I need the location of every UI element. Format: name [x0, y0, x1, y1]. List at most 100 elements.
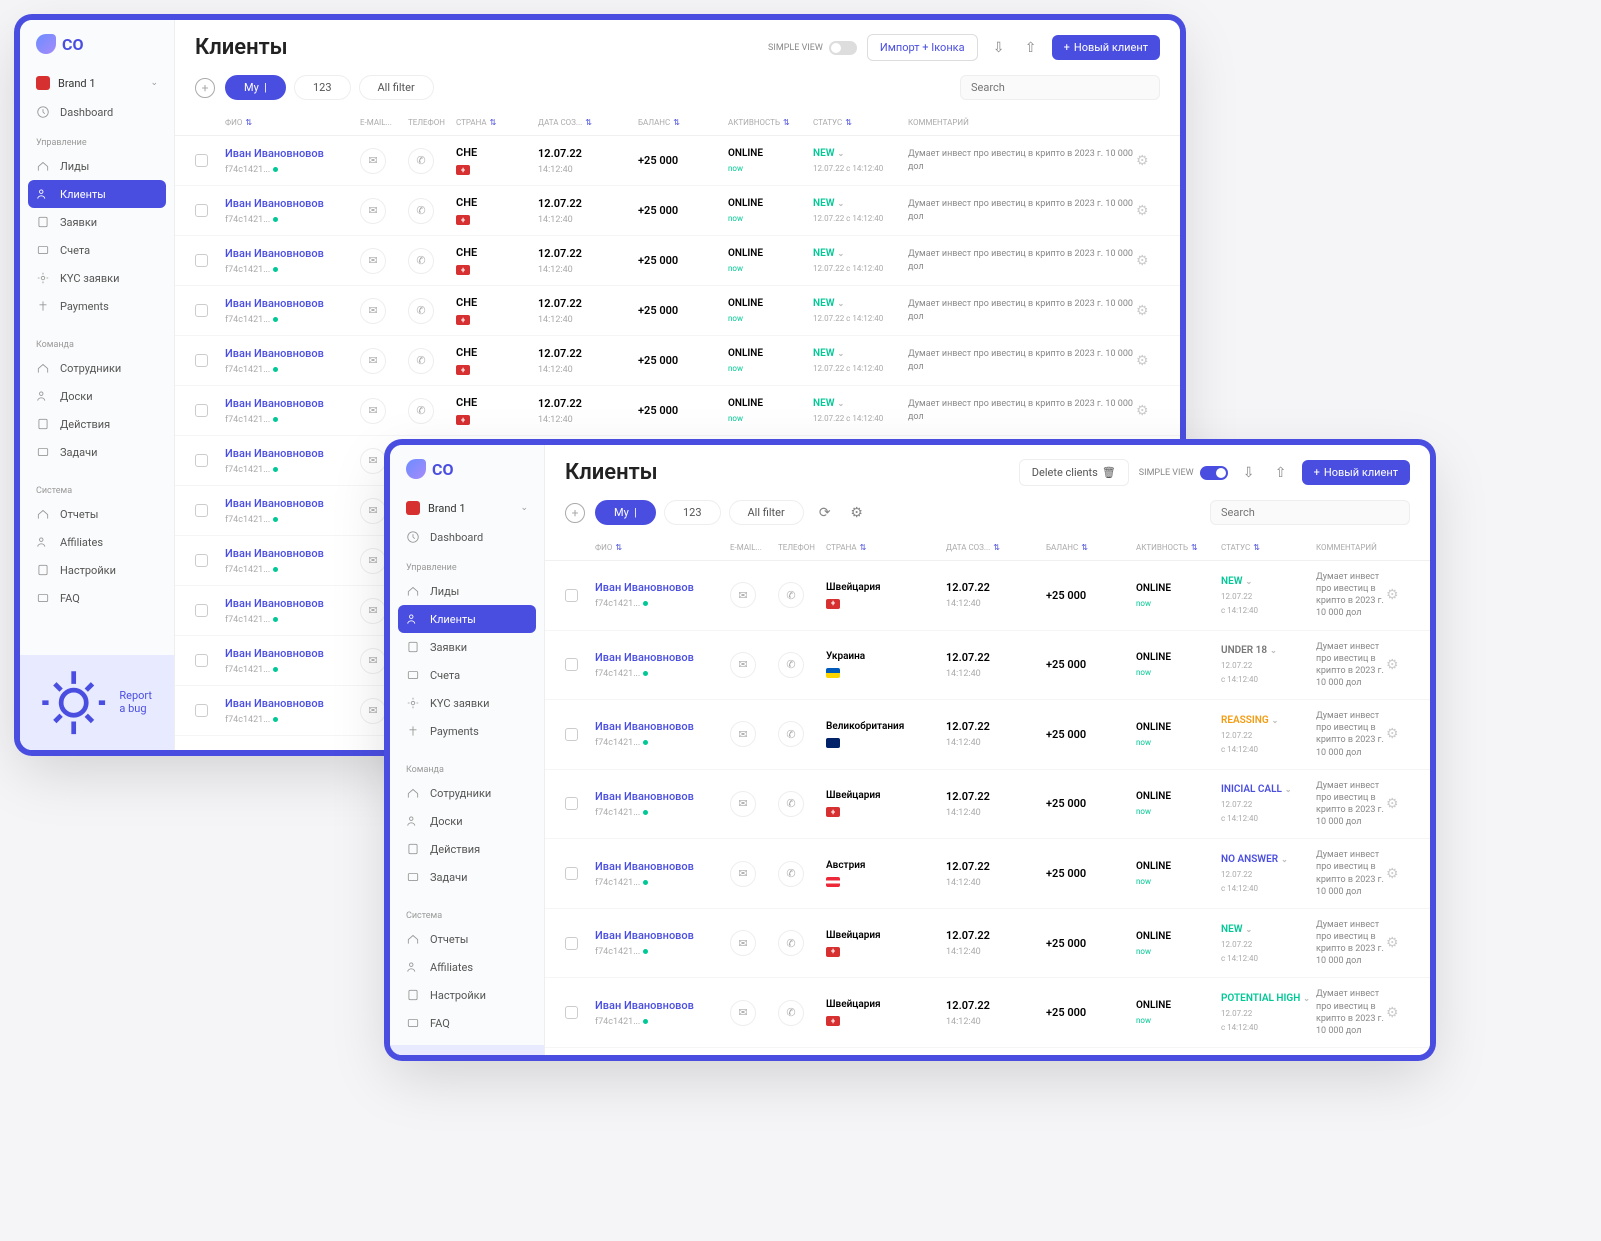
- client-name-link[interactable]: Иван Ивановновов: [595, 720, 694, 733]
- download-icon[interactable]: ⇩: [988, 37, 1010, 59]
- status-dropdown[interactable]: NEW⌄: [1221, 924, 1252, 935]
- phone-icon[interactable]: ✆: [408, 148, 434, 174]
- row-settings-icon[interactable]: ⚙: [1386, 935, 1399, 951]
- row-checkbox[interactable]: [195, 354, 208, 367]
- email-icon[interactable]: ✉: [360, 398, 386, 424]
- nav-item-сотрудники[interactable]: Сотрудники: [390, 779, 544, 807]
- simple-view-toggle[interactable]: SIMPLE VIEW: [1139, 466, 1228, 480]
- row-checkbox[interactable]: [195, 254, 208, 267]
- email-icon[interactable]: ✉: [730, 721, 756, 747]
- client-name-link[interactable]: Иван Ивановновов: [225, 297, 324, 310]
- client-name-link[interactable]: Иван Ивановновов: [225, 647, 324, 660]
- row-settings-icon[interactable]: ⚙: [1136, 153, 1149, 169]
- email-icon[interactable]: ✉: [360, 698, 386, 724]
- settings-icon[interactable]: ⚙: [846, 502, 868, 524]
- row-settings-icon[interactable]: ⚙: [1136, 203, 1149, 219]
- status-dropdown[interactable]: REASSING⌄: [1221, 715, 1278, 726]
- row-checkbox[interactable]: [195, 404, 208, 417]
- row-checkbox[interactable]: [195, 154, 208, 167]
- email-icon[interactable]: ✉: [730, 930, 756, 956]
- phone-icon[interactable]: ✆: [408, 398, 434, 424]
- nav-item-действия[interactable]: Действия: [390, 835, 544, 863]
- nav-item-affiliates[interactable]: Affiliates: [390, 953, 544, 981]
- table-row[interactable]: Иван Ивановновов f74c1421... ✉ ✆ CHE+ 12…: [175, 186, 1180, 236]
- upload-icon[interactable]: ⇧: [1020, 37, 1042, 59]
- row-checkbox[interactable]: [565, 728, 578, 741]
- th-country[interactable]: СТРАНА ⇅: [456, 118, 538, 127]
- table-row[interactable]: Иван Ивановновов f74c1421... ✉ ✆ CHE+ 12…: [175, 286, 1180, 336]
- status-dropdown[interactable]: POTENTIAL HIGH⌄: [1221, 993, 1310, 1004]
- th-activity[interactable]: АКТИВНОСТЬ ⇅: [728, 118, 813, 127]
- client-name-link[interactable]: Иван Ивановновов: [595, 929, 694, 942]
- nav-item-счета[interactable]: Счета: [390, 661, 544, 689]
- status-dropdown[interactable]: NEW⌄: [1221, 576, 1252, 587]
- brand-selector[interactable]: Brand 1 ⌄: [20, 68, 174, 98]
- row-checkbox[interactable]: [195, 604, 208, 617]
- phone-icon[interactable]: ✆: [778, 721, 804, 747]
- sort-icon[interactable]: ⇅: [490, 118, 497, 127]
- search-input[interactable]: [1210, 500, 1410, 525]
- table-row[interactable]: Иван Ивановновов f74c1421... ✉ ✆ CHE+ 12…: [175, 336, 1180, 386]
- sort-icon[interactable]: ⇅: [1253, 543, 1260, 552]
- nav-dashboard[interactable]: Dashboard: [20, 98, 174, 126]
- email-icon[interactable]: ✉: [360, 648, 386, 674]
- th-fio[interactable]: ФИО ⇅: [225, 118, 360, 127]
- status-dropdown[interactable]: NEW⌄: [813, 398, 844, 409]
- phone-icon[interactable]: ✆: [778, 582, 804, 608]
- brand-selector[interactable]: Brand 1 ⌄: [390, 493, 544, 523]
- phone-icon[interactable]: ✆: [778, 930, 804, 956]
- phone-icon[interactable]: ✆: [408, 348, 434, 374]
- add-button[interactable]: +: [195, 78, 215, 98]
- status-dropdown[interactable]: NEW⌄: [813, 198, 844, 209]
- row-settings-icon[interactable]: ⚙: [1386, 866, 1399, 882]
- status-dropdown[interactable]: NEW⌄: [813, 248, 844, 259]
- client-name-link[interactable]: Иван Ивановновов: [225, 397, 324, 410]
- nav-item-заявки[interactable]: Заявки: [20, 208, 174, 236]
- nav-item-faq[interactable]: FAQ: [390, 1009, 544, 1037]
- download-icon[interactable]: ⇩: [1238, 462, 1260, 484]
- sort-icon[interactable]: ⇅: [993, 543, 1000, 552]
- email-icon[interactable]: ✉: [360, 448, 386, 474]
- new-client-button[interactable]: + Новый клиент: [1302, 460, 1410, 485]
- sort-icon[interactable]: ⇅: [615, 543, 622, 552]
- status-dropdown[interactable]: NEW⌄: [813, 148, 844, 159]
- row-checkbox[interactable]: [195, 654, 208, 667]
- nav-item-клиенты[interactable]: Клиенты: [28, 180, 166, 208]
- row-settings-icon[interactable]: ⚙: [1386, 1005, 1399, 1021]
- row-settings-icon[interactable]: ⚙: [1136, 253, 1149, 269]
- sort-icon[interactable]: ⇅: [673, 118, 680, 127]
- sort-icon[interactable]: ⇅: [783, 118, 790, 127]
- th-status[interactable]: СТАТУС ⇅: [813, 118, 908, 127]
- nav-item-отчеты[interactable]: Отчеты: [390, 925, 544, 953]
- nav-item-affiliates[interactable]: Affiliates: [20, 528, 174, 556]
- phone-icon[interactable]: ✆: [408, 198, 434, 224]
- nav-item-задачи[interactable]: Задачи: [20, 438, 174, 466]
- sort-icon[interactable]: ⇅: [585, 118, 592, 127]
- upload-icon[interactable]: ⇧: [1270, 462, 1292, 484]
- table-row[interactable]: Иван Ивановновов f74c1421... ✉ ✆ Украина…: [545, 631, 1430, 701]
- row-settings-icon[interactable]: ⚙: [1136, 353, 1149, 369]
- toggle-switch[interactable]: [829, 41, 857, 55]
- nav-item-действия[interactable]: Действия: [20, 410, 174, 438]
- row-checkbox[interactable]: [565, 658, 578, 671]
- phone-icon[interactable]: ✆: [778, 1000, 804, 1026]
- row-settings-icon[interactable]: ⚙: [1136, 403, 1149, 419]
- row-checkbox[interactable]: [565, 589, 578, 602]
- client-name-link[interactable]: Иван Ивановновов: [225, 447, 324, 460]
- client-name-link[interactable]: Иван Ивановновов: [595, 860, 694, 873]
- th-fio[interactable]: ФИО ⇅: [595, 543, 730, 552]
- th-balance[interactable]: БАЛАНС ⇅: [638, 118, 728, 127]
- toggle-switch[interactable]: [1200, 466, 1228, 480]
- table-row[interactable]: Иван Ивановновов f74c1421... ✉ ✆ CHE+ 12…: [175, 136, 1180, 186]
- row-checkbox[interactable]: [195, 704, 208, 717]
- client-name-link[interactable]: Иван Ивановновов: [225, 497, 324, 510]
- email-icon[interactable]: ✉: [730, 861, 756, 887]
- new-client-button[interactable]: + Новый клиент: [1052, 35, 1160, 60]
- status-dropdown[interactable]: UNDER 18⌄: [1221, 645, 1277, 656]
- nav-item-faq[interactable]: FAQ: [20, 584, 174, 612]
- client-name-link[interactable]: Иван Ивановновов: [595, 790, 694, 803]
- nav-item-лиды[interactable]: Лиды: [390, 577, 544, 605]
- nav-item-клиенты[interactable]: Клиенты: [398, 605, 536, 633]
- nav-item-payments[interactable]: Payments: [390, 717, 544, 745]
- email-icon[interactable]: ✉: [360, 548, 386, 574]
